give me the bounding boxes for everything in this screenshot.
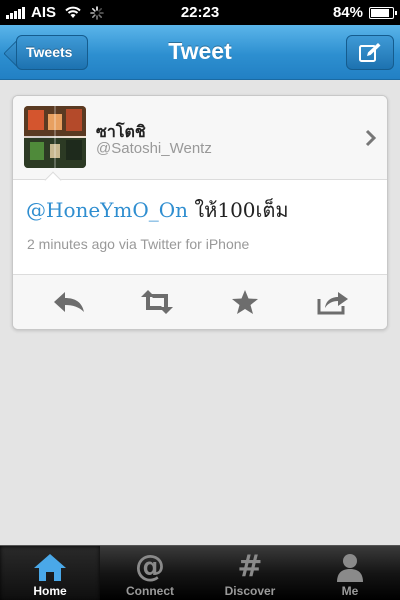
share-icon — [317, 292, 348, 315]
tweet-body: ให้100เต็ม — [188, 198, 289, 222]
reply-button[interactable] — [51, 287, 87, 317]
battery-icon — [369, 6, 397, 19]
nav-bar: Tweets Tweet — [0, 25, 400, 80]
tweet-author-row[interactable]: ซาโตชิ @Satoshi_Wentz — [13, 96, 387, 180]
tab-discover-label: Discover — [224, 584, 276, 598]
tweet-text: @HoneYmO_On ให้100เต็ม — [26, 194, 289, 226]
home-icon — [0, 552, 100, 582]
tweet-meta: 2 minutes ago via Twitter for iPhone — [27, 236, 250, 252]
back-button-label: Tweets — [26, 44, 73, 60]
retweet-icon — [141, 290, 173, 314]
tweet-card: ซาโตชิ @Satoshi_Wentz @HoneYmO_On ให้100… — [12, 95, 388, 330]
status-right: 84% — [332, 4, 397, 21]
favorite-button[interactable] — [227, 287, 263, 317]
tab-bar: Home @ Connect # Discover Me — [0, 545, 400, 600]
chevron-right-icon — [365, 129, 377, 147]
tab-me-label: Me — [341, 584, 359, 598]
hash-icon: # — [237, 549, 263, 584]
tab-home[interactable]: Home — [0, 546, 100, 600]
status-bar: AIS 22:23 84% — [0, 0, 400, 25]
mention-link[interactable]: @HoneYmO_On — [26, 198, 188, 222]
back-button[interactable]: Tweets — [16, 35, 88, 70]
at-icon: @ — [135, 549, 165, 584]
tab-discover[interactable]: # Discover — [200, 546, 300, 600]
battery-fill — [371, 8, 389, 17]
person-icon — [300, 552, 400, 582]
author-handle: @Satoshi_Wentz — [96, 140, 212, 157]
retweet-button[interactable] — [139, 287, 175, 317]
compose-button[interactable] — [346, 35, 394, 70]
share-button[interactable] — [315, 287, 351, 317]
avatar-photo — [24, 106, 86, 168]
reply-icon — [54, 292, 84, 312]
avatar[interactable] — [24, 106, 86, 168]
tab-connect[interactable]: @ Connect — [100, 546, 200, 600]
favorite-icon — [232, 290, 258, 314]
tab-me[interactable]: Me — [300, 546, 400, 600]
tab-home-label: Home — [33, 584, 67, 598]
tweet-actions — [13, 274, 387, 329]
compose-icon — [359, 42, 381, 62]
battery-percent: 84% — [332, 4, 363, 21]
tab-connect-label: Connect — [126, 584, 174, 598]
